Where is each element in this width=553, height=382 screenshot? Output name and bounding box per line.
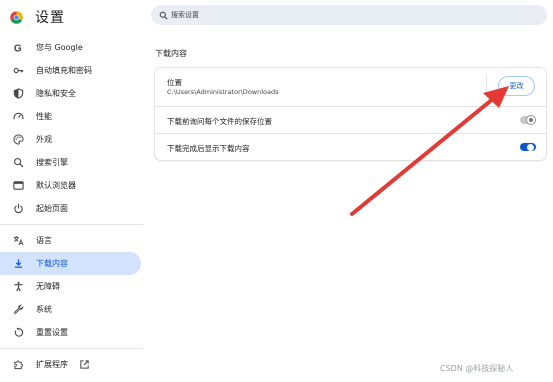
sidebar-item-label: 隐私和安全: [36, 89, 76, 98]
show-downloads-when-done-label: 下载完成后显示下载内容: [167, 144, 250, 153]
sidebar-item-privacy[interactable]: 隐私和安全: [0, 82, 143, 105]
sidebar-item-label: 系统: [36, 305, 52, 314]
chrome-logo-icon: [10, 10, 23, 24]
wrench-icon: [12, 304, 24, 316]
search-icon: [12, 157, 24, 169]
toggle-knob: [527, 143, 534, 151]
show-downloads-when-done-toggle[interactable]: [520, 142, 536, 152]
settings-search-bar[interactable]: [151, 5, 547, 25]
sidebar-item-downloads[interactable]: 下载内容: [0, 252, 141, 275]
sidebar-item-you-and-google[interactable]: G 您与 Google: [0, 36, 143, 59]
sidebar-nav: G 您与 Google 自动填充和密码 隐私和安全 性能 外观 搜索引擎 默认浏…: [0, 36, 143, 376]
sidebar-item-label: 下载内容: [36, 259, 68, 268]
sidebar-item-label: 默认浏览器: [36, 181, 76, 190]
sidebar-item-label: 您与 Google: [36, 43, 83, 52]
sidebar-item-label: 性能: [36, 112, 52, 121]
downloads-settings-card: 位置 C:\Users\Administrator\Downloads 更改 下…: [155, 68, 546, 160]
search-input[interactable]: [171, 11, 471, 19]
google-g-icon: G: [12, 42, 24, 54]
ask-where-to-save-toggle[interactable]: [520, 115, 536, 125]
sidebar-item-label: 语言: [36, 236, 52, 245]
brand: 设置: [10, 6, 65, 28]
puzzle-icon: [12, 359, 24, 371]
sidebar-item-on-startup[interactable]: 起始页面: [0, 197, 143, 220]
sidebar-item-label: 扩展程序: [36, 360, 68, 369]
search-icon: [159, 11, 168, 20]
svg-text:G: G: [13, 44, 21, 53]
download-path: C:\Users\Administrator\Downloads: [167, 88, 279, 96]
location-label: 位置: [167, 78, 182, 87]
sidebar-item-label: 自动填充和密码: [36, 66, 92, 75]
accessibility-icon: [12, 281, 24, 293]
palette-icon: [12, 134, 24, 146]
speedometer-icon: [12, 111, 24, 123]
sidebar-divider: [0, 348, 143, 349]
sidebar-item-label: 搜索引擎: [36, 158, 68, 167]
sidebar-item-languages[interactable]: 语言: [0, 229, 143, 252]
browser-window-icon: [12, 180, 24, 192]
sidebar-item-label: 起始页面: [36, 204, 68, 213]
sidebar-item-label: 重置设置: [36, 328, 68, 337]
shield-icon: [12, 88, 24, 100]
download-icon: [12, 258, 24, 270]
watermark: CSDN @科技探秘人: [440, 364, 514, 373]
sidebar-item-search-engine[interactable]: 搜索引擎: [0, 151, 143, 174]
change-location-button[interactable]: 更改: [498, 76, 535, 96]
sidebar-divider: [0, 224, 143, 225]
sidebar-item-autofill[interactable]: 自动填充和密码: [0, 59, 143, 82]
download-location-row: 位置 C:\Users\Administrator\Downloads 更改: [155, 68, 546, 106]
sidebar-item-accessibility[interactable]: 无障碍: [0, 275, 143, 298]
sidebar-item-performance[interactable]: 性能: [0, 105, 143, 128]
power-icon: [12, 203, 24, 215]
sidebar: 设置 G 您与 Google 自动填充和密码 隐私和安全 性能 外观 搜索引擎 …: [0, 0, 143, 382]
key-icon: [12, 65, 24, 77]
translate-icon: [12, 235, 24, 247]
toggle-knob: [526, 115, 536, 125]
sidebar-item-system[interactable]: 系统: [0, 298, 143, 321]
ask-where-to-save-label: 下载前询问每个文件的保存位置: [167, 117, 272, 126]
sidebar-item-extensions[interactable]: 扩展程序: [0, 353, 143, 376]
reset-icon: [12, 327, 24, 339]
sidebar-item-label: 外观: [36, 135, 52, 144]
ask-where-to-save-row[interactable]: 下载前询问每个文件的保存位置: [155, 106, 546, 133]
open-in-new-icon[interactable]: [78, 359, 90, 371]
section-title-downloads: 下载内容: [155, 49, 187, 58]
sidebar-item-reset-settings[interactable]: 重置设置: [0, 321, 143, 344]
sidebar-item-appearance[interactable]: 外观: [0, 128, 143, 151]
sidebar-item-default-browser[interactable]: 默认浏览器: [0, 174, 143, 197]
sidebar-item-label: 无障碍: [36, 282, 60, 291]
show-downloads-when-done-row[interactable]: 下载完成后显示下载内容: [155, 133, 546, 160]
app-title: 设置: [35, 10, 65, 26]
row-divider: [486, 75, 487, 99]
